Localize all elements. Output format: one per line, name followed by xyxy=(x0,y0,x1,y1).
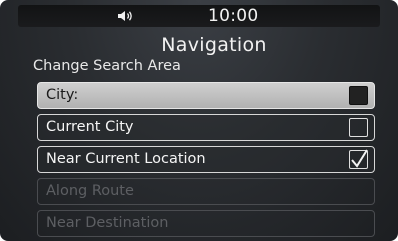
status-bar: 10:00 xyxy=(18,5,380,27)
page-subtitle: Change Search Area xyxy=(33,58,181,74)
menu-item-label: City: xyxy=(46,87,79,103)
menu-item-label: Along Route xyxy=(46,183,134,199)
navigation-screen: 10:00 Navigation Change Search Area City… xyxy=(0,0,398,241)
menu-item-city[interactable]: City: xyxy=(37,82,375,109)
menu-item-label: Near Current Location xyxy=(46,151,206,167)
menu-item-label: Near Destination xyxy=(46,215,169,231)
speaker-volume-icon xyxy=(118,11,132,21)
menu-item-along-route: Along Route xyxy=(37,178,375,205)
menu-item-near-destination: Near Destination xyxy=(37,210,375,237)
checkbox-empty-icon xyxy=(349,118,368,137)
clock: 10:00 xyxy=(208,6,259,26)
checkbox-checked-icon xyxy=(349,149,368,169)
menu-item-label: Current City xyxy=(46,119,134,135)
menu-item-near-current-location[interactable]: Near Current Location xyxy=(37,146,375,173)
menu-item-current-city[interactable]: Current City xyxy=(37,114,375,141)
page-title: Navigation xyxy=(161,34,267,56)
filled-square-icon xyxy=(349,86,368,105)
